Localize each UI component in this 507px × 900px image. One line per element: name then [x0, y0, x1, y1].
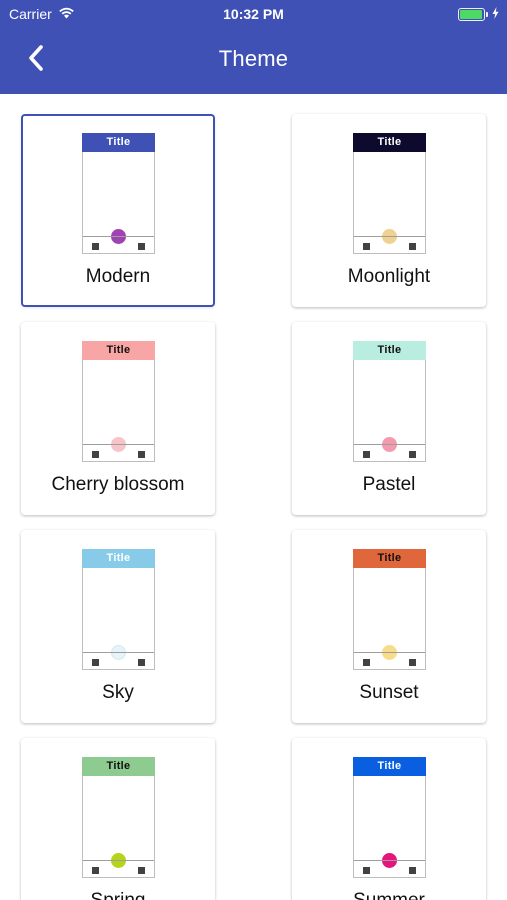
- theme-preview: Title: [82, 757, 155, 878]
- preview-tabbar: [83, 860, 154, 877]
- theme-preview: Title: [353, 757, 426, 878]
- tab-square-icon: [138, 451, 145, 458]
- preview-tabbar: [83, 444, 154, 461]
- tab-square-icon: [363, 867, 370, 874]
- preview-header: Title: [82, 757, 155, 776]
- charging-bolt-icon: [492, 6, 499, 22]
- tab-square-icon: [138, 243, 145, 250]
- tab-square-icon: [409, 243, 416, 250]
- nav-bar: Theme: [0, 28, 507, 94]
- theme-preview: Title: [353, 133, 426, 254]
- tab-square-icon: [363, 243, 370, 250]
- theme-card-cherry-blossom[interactable]: Title Cherry blossom: [21, 322, 215, 515]
- tab-square-icon: [409, 867, 416, 874]
- theme-preview: Title: [353, 549, 426, 670]
- preview-tabbar: [354, 444, 425, 461]
- tab-square-icon: [92, 659, 99, 666]
- preview-header: Title: [353, 341, 426, 360]
- theme-card-summer[interactable]: Title Summer: [292, 738, 486, 900]
- tab-square-icon: [409, 659, 416, 666]
- app-bar: Carrier 10:32 PM Theme: [0, 0, 507, 94]
- theme-name: Pastel: [362, 474, 416, 495]
- theme-card-sunset[interactable]: Title Sunset: [292, 530, 486, 723]
- status-right: [458, 6, 499, 22]
- theme-preview: Title: [82, 341, 155, 462]
- theme-card-spring[interactable]: Title Spring: [21, 738, 215, 900]
- theme-grid: Title Modern Title Moonlight Title Cherr…: [0, 94, 507, 900]
- tab-square-icon: [92, 243, 99, 250]
- theme-card-sky[interactable]: Title Sky: [21, 530, 215, 723]
- preview-tabbar: [83, 652, 154, 669]
- preview-header: Title: [82, 341, 155, 360]
- status-bar: Carrier 10:32 PM: [0, 0, 507, 28]
- theme-card-moonlight[interactable]: Title Moonlight: [292, 114, 486, 307]
- preview-header: Title: [353, 757, 426, 776]
- theme-name: Moonlight: [347, 266, 431, 287]
- theme-name: Sky: [102, 682, 134, 703]
- battery-level: [460, 9, 482, 19]
- theme-preview: Title: [82, 133, 155, 254]
- status-time: 10:32 PM: [223, 6, 284, 22]
- tab-square-icon: [363, 659, 370, 666]
- theme-name: Spring: [21, 890, 215, 900]
- tab-square-icon: [363, 451, 370, 458]
- battery-icon: [458, 7, 488, 21]
- preview-header: Title: [353, 549, 426, 568]
- page-title: Theme: [218, 46, 289, 71]
- tab-square-icon: [92, 451, 99, 458]
- battery-tip: [486, 11, 488, 17]
- tab-square-icon: [409, 451, 416, 458]
- preview-header: Title: [353, 133, 426, 152]
- preview-tabbar: [354, 236, 425, 253]
- preview-header: Title: [82, 133, 155, 152]
- preview-tabbar: [354, 860, 425, 877]
- theme-name: Modern: [85, 266, 151, 287]
- theme-name: Cherry blossom: [51, 474, 185, 495]
- theme-preview: Title: [353, 341, 426, 462]
- preview-tabbar: [354, 652, 425, 669]
- theme-name: Sunset: [359, 682, 419, 703]
- theme-screen: Carrier 10:32 PM Theme Title Modern Titl…: [0, 0, 507, 900]
- theme-name: Summer: [292, 890, 486, 900]
- tab-square-icon: [92, 867, 99, 874]
- theme-card-pastel[interactable]: Title Pastel: [292, 322, 486, 515]
- preview-header: Title: [82, 549, 155, 568]
- theme-preview: Title: [82, 549, 155, 670]
- tab-square-icon: [138, 659, 145, 666]
- theme-card-modern[interactable]: Title Modern: [21, 114, 215, 307]
- tab-square-icon: [138, 867, 145, 874]
- preview-tabbar: [83, 236, 154, 253]
